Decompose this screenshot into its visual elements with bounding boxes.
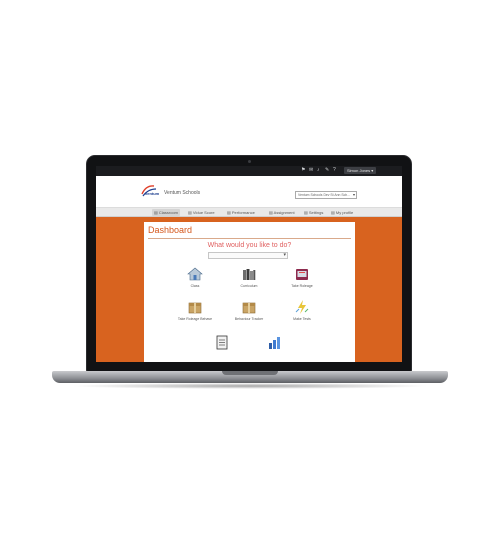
laptop-lid: ⚑ ✉ ♪ ✎ ? Simon Jones ▾ ventum Ventum Sc… (86, 155, 412, 372)
box-icon (188, 302, 202, 314)
camera-icon (248, 160, 251, 163)
school-select-value: Ventum Schools Dev St Ann Sch... (298, 193, 351, 197)
product-mockup: ⚑ ✉ ♪ ✎ ? Simon Jones ▾ ventum Ventum Sc… (0, 0, 500, 544)
tile-curriculum[interactable]: Curriculum (227, 266, 271, 288)
tile-make-tests[interactable]: Make Tests (280, 299, 324, 321)
header: ventum Ventum Schools Ventum Schools Dev… (96, 176, 402, 207)
tile-take-roleage[interactable]: Take Roleage (280, 266, 324, 288)
message-icon[interactable]: ✎ (325, 168, 330, 173)
box-icon (242, 302, 256, 314)
laptop-notch (222, 371, 278, 375)
main-nav: ▤ Classroom ▤ Vidue Score ▤ Performance … (96, 207, 402, 217)
nav-item-performance[interactable]: ▤ Performance (227, 209, 255, 216)
lightning-icon (295, 300, 309, 314)
page-title: Dashboard (148, 225, 193, 235)
bell-icon[interactable]: ♪ (317, 168, 322, 173)
laptop-screen: ⚑ ✉ ♪ ✎ ? Simon Jones ▾ ventum Ventum Sc… (96, 166, 402, 362)
mail-icon[interactable]: ✉ (309, 168, 314, 173)
school-name: Ventum Schools (164, 190, 201, 196)
logo-text: ventum (145, 191, 160, 196)
notepad-icon (216, 335, 228, 350)
action-select[interactable]: ▾ (208, 252, 288, 259)
tile-class[interactable]: Class (173, 266, 217, 288)
tile-take-roleage-behave[interactable]: Take Roleage Behave (173, 299, 217, 321)
chevron-down-icon: ▾ (283, 252, 286, 258)
tile-notepad[interactable] (200, 334, 244, 352)
folder-icon (296, 269, 308, 280)
house-icon (187, 267, 203, 281)
laptop-shadow (70, 383, 430, 389)
user-menu[interactable]: Simon Jones ▾ (344, 167, 377, 174)
top-bar: ⚑ ✉ ♪ ✎ ? Simon Jones ▾ (96, 166, 402, 176)
help-icon[interactable]: ? (333, 168, 338, 173)
books-icon (243, 269, 256, 280)
dashboard-panel: Dashboard What would you like to do? ▾ C… (144, 222, 355, 362)
content-area: Dashboard What would you like to do? ▾ C… (96, 217, 402, 362)
question-heading: What would you like to do? (207, 242, 292, 249)
nav-item-assignment[interactable]: ▤ Assignment (269, 209, 295, 216)
title-divider (148, 238, 351, 239)
nav-item-settings[interactable]: ▤ Settings (304, 209, 323, 216)
nav-item-my-profile[interactable]: ▤ My profile (331, 209, 353, 216)
tile-chart[interactable] (253, 334, 297, 352)
tile-behaviour-tracker[interactable]: Behaviour Tracker (227, 299, 271, 321)
nav-item-classroom[interactable]: ▤ Classroom (152, 209, 181, 216)
chevron-down-icon: ▾ (352, 192, 355, 197)
chart-icon (269, 337, 280, 349)
flag-icon[interactable]: ⚑ (301, 168, 306, 173)
nav-item-vidue-score[interactable]: ▤ Vidue Score (188, 209, 215, 216)
school-select[interactable]: Ventum Schools Dev St Ann Sch... ▾ (295, 191, 357, 199)
